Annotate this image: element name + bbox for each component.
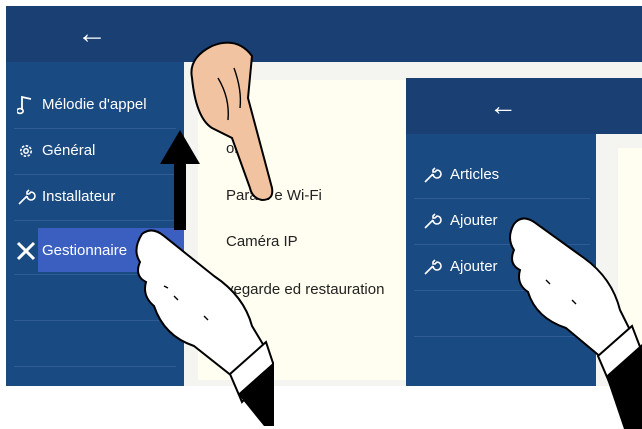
sidebar-item-articles[interactable]: Articles [406, 152, 596, 198]
right-header: ← [406, 78, 642, 134]
sidebar-item-melodie[interactable]: Mélodie d'appel [6, 82, 184, 128]
sidebar-item-label: Ajouter [450, 212, 498, 229]
sidebar-item-label: Ajouter [450, 258, 498, 275]
sidebar-item-label: Gestionnaire [42, 242, 128, 259]
swipe-up-hand-icon [190, 41, 274, 202]
sidebar-item-general[interactable]: Général [6, 128, 184, 174]
tap-hand-icon [135, 229, 274, 426]
sidebar-item-label: Installateur [42, 188, 116, 205]
sidebar-item-installateur[interactable]: Installateur [6, 174, 184, 220]
tools-icon [14, 228, 38, 274]
divider [14, 220, 176, 221]
sidebar-item-label: Général [42, 142, 96, 159]
gear-icon [14, 128, 38, 174]
music-note-icon [14, 82, 38, 128]
sidebar-item-label: Mélodie d'appel [42, 96, 147, 113]
sidebar-item-label: Articles [450, 166, 500, 183]
back-button[interactable]: ← [64, 16, 120, 52]
tap-hand-icon [509, 217, 642, 429]
wrench-icon [14, 174, 38, 220]
back-button[interactable]: ← [478, 88, 528, 124]
wrench-icon [420, 152, 444, 198]
left-header: ← [6, 6, 642, 62]
arrow-left-icon: ← [77, 17, 107, 50]
wrench-icon [420, 198, 444, 244]
arrow-left-icon: ← [489, 90, 517, 121]
wrench-icon [420, 244, 444, 290]
